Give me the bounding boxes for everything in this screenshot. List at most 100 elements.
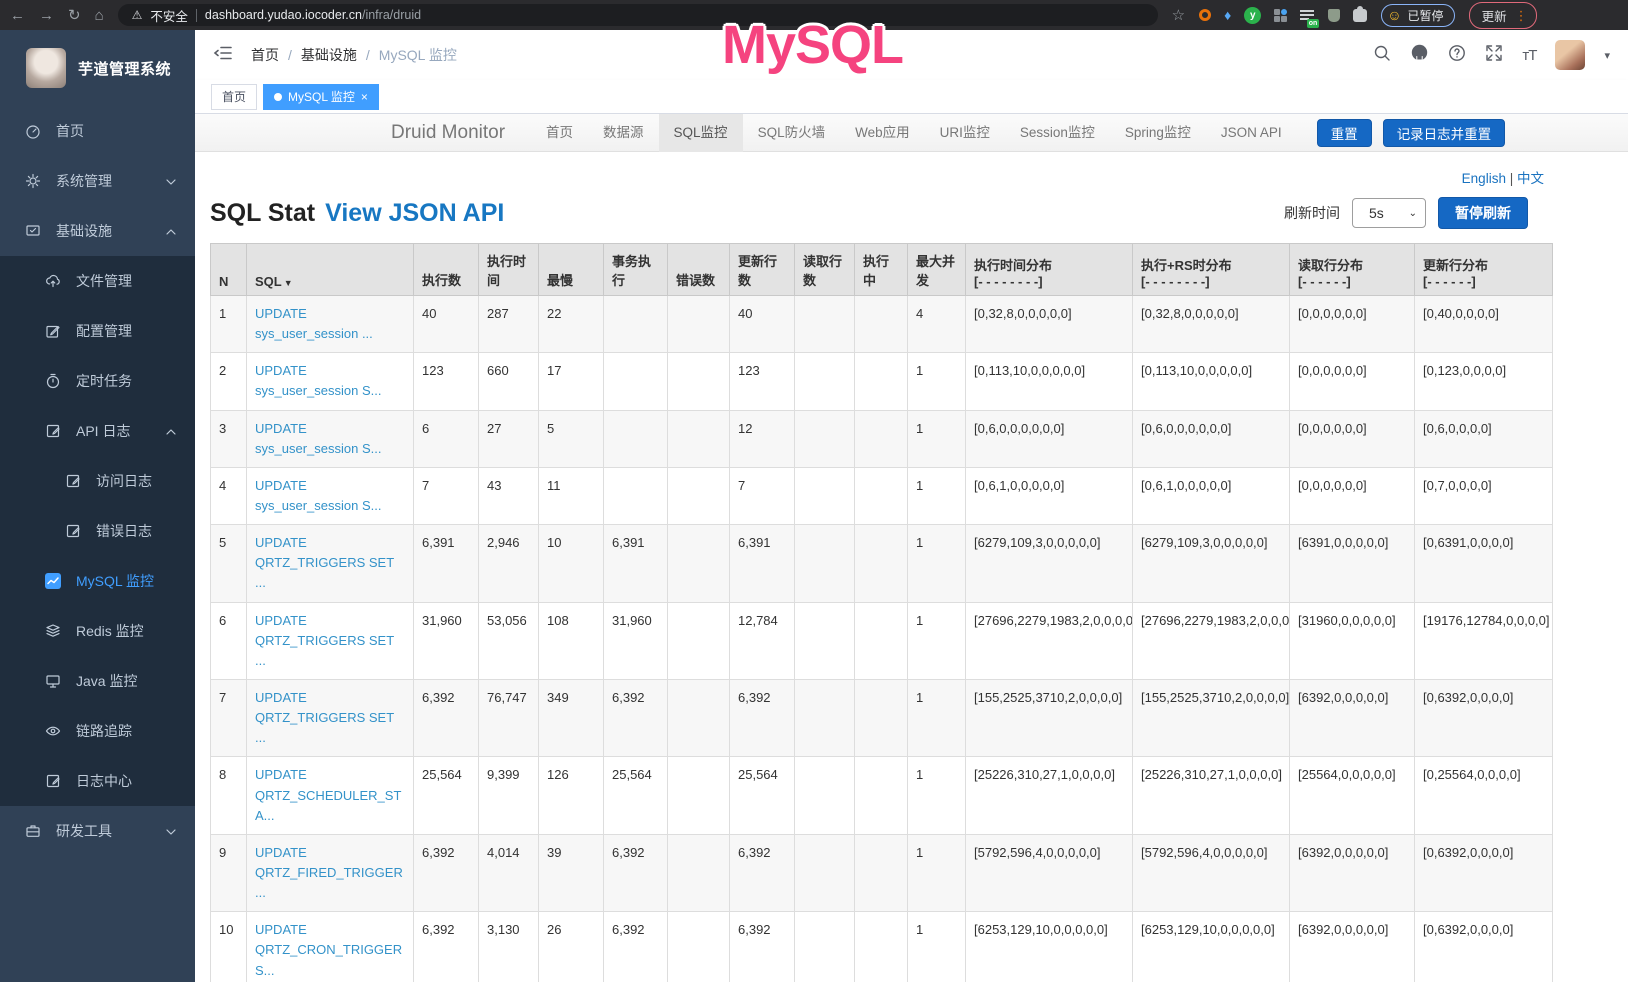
address-bar[interactable]: ⚠ 不安全 dashboard.yudao.iocoder.cn/infra/d… (118, 4, 1158, 26)
sidebar-item-log-center[interactable]: 日志中心 (0, 756, 195, 806)
col-header-slowest[interactable]: 最慢 (539, 244, 604, 296)
lang-chinese-link[interactable]: 中文 (1517, 171, 1544, 186)
fullscreen-icon[interactable] (1485, 44, 1503, 67)
sql-link[interactable]: UPDATE sys_user_session S... (255, 421, 381, 456)
sidebar-item-mysql-monitor[interactable]: MySQL 监控 (0, 556, 195, 606)
breadcrumb-infra[interactable]: 基础设施 (301, 45, 357, 65)
paused-profile-chip[interactable]: ☺ 已暂停 (1381, 4, 1454, 27)
cell-update-rows-dist: [0,6,0,0,0,0] (1415, 410, 1553, 467)
tag-mysql-monitor[interactable]: MySQL 监控 × (263, 84, 379, 110)
sidebar-item-error-logs[interactable]: 错误日志 (0, 506, 195, 556)
sidebar-item-file-management[interactable]: 文件管理 (0, 256, 195, 306)
log-and-reset-button[interactable]: 记录日志并重置 (1383, 119, 1506, 147)
navbar-actions: тT ▾ (1373, 40, 1610, 70)
font-size-icon[interactable]: тT (1522, 47, 1536, 64)
layers-icon (44, 623, 62, 639)
druid-nav-sql-monitor[interactable]: SQL监控 (659, 114, 743, 152)
extension-green-icon[interactable]: y (1244, 7, 1261, 24)
col-header-read-rows[interactable]: 读取行数 (795, 244, 855, 296)
druid-navbar: Druid Monitor 首页 数据源 SQL监控 SQL防火墙 Web应用 … (195, 114, 1628, 152)
druid-nav-spring-monitor[interactable]: Spring监控 (1110, 114, 1206, 152)
kebab-menu-icon[interactable]: ⋮ (1515, 9, 1528, 22)
extension-flask-icon[interactable] (1328, 9, 1340, 22)
cell-exec-time: 9,399 (479, 757, 539, 834)
help-icon[interactable] (1448, 44, 1466, 67)
sql-link[interactable]: UPDATE sys_user_session S... (255, 363, 381, 398)
col-header-exec-time[interactable]: 执行时间 (479, 244, 539, 296)
col-header-update-rows[interactable]: 更新行数 (730, 244, 795, 296)
sidebar-item-label: 错误日志 (96, 521, 152, 541)
col-header-exec-count[interactable]: 执行数 (414, 244, 479, 296)
home-icon[interactable]: ⌂ (95, 8, 104, 23)
sql-link[interactable]: UPDATE sys_user_session ... (255, 306, 373, 341)
back-icon[interactable]: ← (10, 8, 25, 23)
sql-link[interactable]: UPDATE QRTZ_TRIGGERS SET ... (255, 690, 394, 745)
gear-icon (24, 173, 42, 189)
sidebar-item-config-management[interactable]: 配置管理 (0, 306, 195, 356)
druid-nav-sql-firewall[interactable]: SQL防火墙 (743, 114, 841, 152)
refresh-interval-select[interactable]: 5s ⌄ (1352, 198, 1426, 228)
sidebar-item-java-monitor[interactable]: Java 监控 (0, 656, 195, 706)
col-header-exec-time-dist[interactable]: 执行时间分布[- - - - - - - -] (966, 244, 1133, 296)
col-header-update-rows-dist[interactable]: 更新行分布[- - - - - -] (1415, 244, 1553, 296)
sidebar-item-system[interactable]: 系统管理 (0, 156, 195, 206)
druid-nav-datasource[interactable]: 数据源 (588, 114, 659, 152)
view-json-api-link[interactable]: View JSON API (325, 199, 504, 228)
sql-link[interactable]: UPDATE QRTZ_CRON_TRIGGERS... (255, 922, 402, 977)
sidebar-item-infra[interactable]: 基础设施 (0, 206, 195, 256)
sidebar-item-dev-tools[interactable]: 研发工具 (0, 806, 195, 856)
hamburger-icon[interactable] (213, 44, 233, 67)
druid-nav-session-monitor[interactable]: Session监控 (1005, 114, 1110, 152)
druid-nav-uri-monitor[interactable]: URI监控 (925, 114, 1005, 152)
col-header-exec-rs-dist[interactable]: 执行+RS时分布[- - - - - - - -] (1133, 244, 1290, 296)
chevron-down-icon[interactable]: ▾ (1604, 49, 1610, 62)
sidebar-item-redis-monitor[interactable]: Redis 监控 (0, 606, 195, 656)
col-header-running[interactable]: 执行中 (855, 244, 908, 296)
sidebar-item-home[interactable]: 首页 (0, 106, 195, 156)
druid-nav-home[interactable]: 首页 (531, 114, 588, 152)
tag-home[interactable]: 首页 (211, 84, 257, 110)
cell-slowest: 349 (539, 679, 604, 756)
lang-english-link[interactable]: English (1462, 171, 1506, 186)
forward-icon[interactable]: → (39, 8, 54, 23)
github-icon[interactable] (1410, 43, 1429, 67)
col-header-read-rows-dist[interactable]: 读取行分布[- - - - - -] (1290, 244, 1415, 296)
search-icon[interactable] (1373, 44, 1391, 67)
col-header-max-concurrent[interactable]: 最大并发 (908, 244, 966, 296)
sidebar-item-api-logs[interactable]: API 日志 (0, 406, 195, 456)
extensions-puzzle-icon[interactable] (1353, 9, 1367, 22)
sidebar-item-scheduled-tasks[interactable]: 定时任务 (0, 356, 195, 406)
breadcrumb-home[interactable]: 首页 (251, 45, 279, 65)
sql-link[interactable]: UPDATE QRTZ_FIRED_TRIGGER... (255, 845, 403, 900)
cell-error-count (668, 296, 730, 353)
extension-squares-icon[interactable] (1274, 9, 1287, 22)
sidebar-item-tracing[interactable]: 链路追踪 (0, 706, 195, 756)
bookmark-star-icon[interactable]: ☆ (1172, 6, 1185, 24)
col-header-sql[interactable]: SQL▼ (247, 244, 414, 296)
col-header-tx-exec[interactable]: 事务执行 (604, 244, 668, 296)
sidebar-item-label: Java 监控 (76, 671, 137, 691)
sql-link[interactable]: UPDATE QRTZ_TRIGGERS SET ... (255, 535, 394, 590)
sidebar-item-access-logs[interactable]: 访问日志 (0, 456, 195, 506)
druid-nav-web-app[interactable]: Web应用 (840, 114, 925, 152)
close-icon[interactable]: × (361, 91, 368, 103)
sql-link[interactable]: UPDATE QRTZ_TRIGGERS SET ... (255, 613, 394, 668)
browser-update-button[interactable]: 更新 ⋮ (1469, 2, 1537, 29)
extension-gem-icon[interactable]: ♦ (1224, 7, 1231, 23)
extension-donut-icon[interactable] (1199, 9, 1211, 21)
reset-button[interactable]: 重置 (1317, 119, 1372, 147)
col-header-n[interactable]: N (211, 244, 247, 296)
druid-nav-json-api[interactable]: JSON API (1206, 114, 1297, 152)
cell-update-rows-dist: [0,7,0,0,0,0] (1415, 467, 1553, 524)
col-header-error-count[interactable]: 错误数 (668, 244, 730, 296)
reload-icon[interactable]: ↻ (68, 8, 81, 23)
timer-icon (44, 373, 62, 389)
cell-tx-exec (604, 353, 668, 410)
sql-link[interactable]: UPDATE sys_user_session S... (255, 478, 381, 513)
sql-link[interactable]: UPDATE QRTZ_SCHEDULER_STA... (255, 767, 401, 822)
user-avatar[interactable] (1555, 40, 1585, 70)
edit-icon (44, 323, 62, 339)
pause-refresh-button[interactable]: 暂停刷新 (1438, 197, 1528, 229)
cell-sql: UPDATE sys_user_session S... (247, 467, 414, 524)
extension-list-icon[interactable]: on (1300, 9, 1315, 22)
